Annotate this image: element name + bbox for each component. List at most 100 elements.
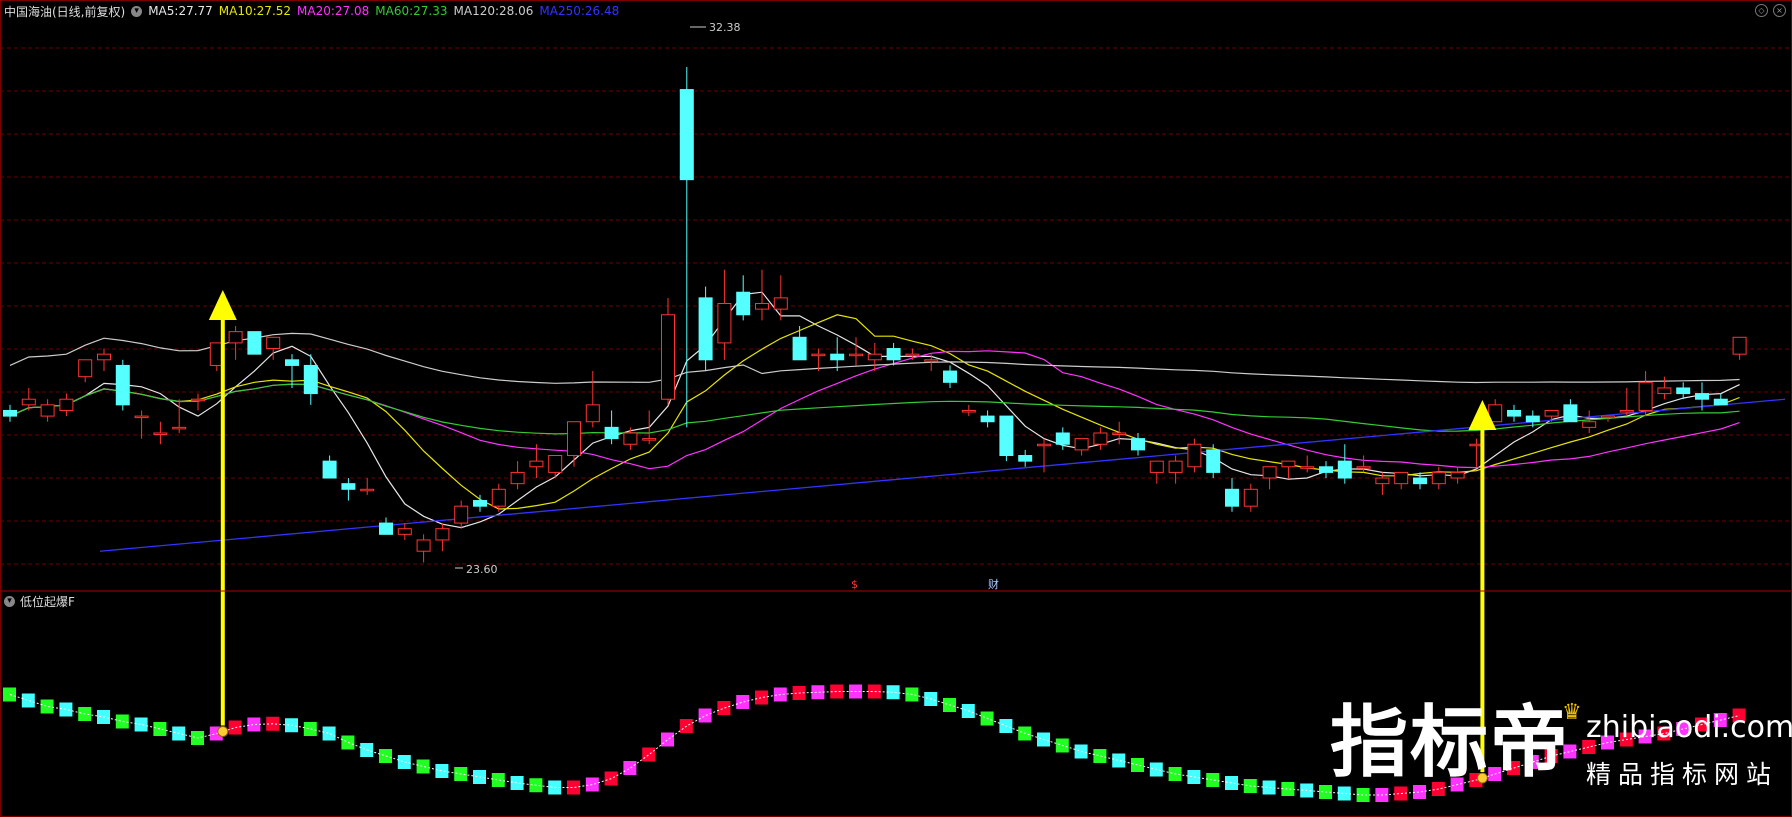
high-price-label: 32.38 <box>709 21 741 34</box>
candle-body <box>1206 449 1221 473</box>
indicator-bar <box>642 747 656 762</box>
candle-body <box>1337 460 1352 479</box>
candle-body <box>247 331 262 355</box>
candle-body <box>454 505 469 524</box>
signal-coin-icon <box>217 726 229 737</box>
candle-body <box>397 528 412 535</box>
candle-body <box>1431 471 1446 485</box>
low-price-label: 23.60 <box>466 563 498 576</box>
candle-body <box>40 404 55 417</box>
candle-body <box>266 336 281 350</box>
candle-body <box>1601 415 1615 419</box>
indicator-bar <box>153 722 167 736</box>
candle-body <box>980 415 995 423</box>
candle-body <box>1657 387 1672 395</box>
indicator-bar <box>3 687 16 702</box>
candle-body <box>1168 460 1183 473</box>
candle-body <box>491 488 506 507</box>
watermark-slogan: 精品指标网站 <box>1586 760 1779 789</box>
finance-mark[interactable]: 财 <box>988 577 999 591</box>
indicator-bar <box>1093 749 1107 763</box>
candle-body <box>1676 387 1691 395</box>
candle-body <box>1413 477 1427 485</box>
indicator-bar <box>115 714 129 729</box>
indicator-bar <box>623 761 637 775</box>
signal-arrow-head <box>208 290 237 320</box>
candle-body <box>1582 421 1597 428</box>
indicator-bar <box>1112 753 1126 768</box>
moving-average-lines <box>9 291 1786 552</box>
candle-body <box>773 297 788 310</box>
ma120-legend: MA120:28.06 <box>453 4 534 18</box>
candle-body <box>943 370 957 383</box>
indicator-bar <box>59 702 73 717</box>
candle-body <box>924 359 939 362</box>
indicator-bar <box>585 777 599 792</box>
candle-body <box>1525 415 1540 423</box>
candle-body <box>717 303 732 344</box>
candle-body <box>379 522 393 535</box>
candle-body <box>360 488 375 492</box>
candle-body <box>1112 432 1127 435</box>
candle-body <box>867 353 882 361</box>
chart-canvas: 32.38 23.60 $ 财 <box>0 0 1792 817</box>
candle-body <box>1243 488 1258 507</box>
candle-body <box>435 528 450 541</box>
indicator-bar <box>247 717 261 732</box>
candle-body <box>1394 471 1409 485</box>
candle-body <box>830 353 845 361</box>
indicator-settings-icon[interactable]: ▾ <box>4 595 15 607</box>
indicator-bar <box>1187 770 1201 784</box>
candle-body <box>172 426 187 430</box>
candle-body <box>1732 336 1747 355</box>
restore-icon[interactable]: ◇ <box>1755 4 1768 17</box>
candle-body <box>1074 438 1089 451</box>
candle-body <box>1563 404 1578 423</box>
candle-body <box>1187 443 1202 468</box>
candle-body <box>792 336 807 361</box>
candle-body <box>78 359 93 378</box>
candle-body <box>1507 409 1521 417</box>
candle-body <box>886 348 901 361</box>
close-panel-icon[interactable]: × <box>1773 4 1786 17</box>
ma60-legend: MA60:27.33 <box>375 4 448 18</box>
candle-body <box>1281 460 1296 468</box>
indicator-bar <box>811 685 825 700</box>
candle-body <box>999 415 1014 457</box>
indicator-bar <box>1281 782 1295 796</box>
ma5-legend: MA5:27.77 <box>148 4 213 18</box>
dividend-mark[interactable]: $ <box>851 578 858 591</box>
watermark-crown-icon: ♛ <box>1562 700 1582 725</box>
stock-title: 中国海油(日线,前复权) <box>4 4 126 19</box>
indicator-bar <box>134 717 148 732</box>
candle-body <box>661 314 675 400</box>
candle-body <box>1018 455 1033 462</box>
indicator-bar <box>397 755 411 769</box>
candle-body <box>473 500 487 507</box>
candle-body <box>1356 466 1371 469</box>
indicator-bar <box>661 732 674 747</box>
candle-body <box>849 353 863 357</box>
candle-body <box>416 539 431 552</box>
candlestick-series <box>3 67 1747 563</box>
indicator-header: ▾ 低位起爆F <box>4 593 75 609</box>
candle-body <box>698 297 713 361</box>
indicator-bar <box>510 776 524 790</box>
indicator-bar <box>755 690 768 705</box>
indicator-bar <box>567 780 580 795</box>
candle-body <box>1695 393 1709 400</box>
candle-body <box>1093 432 1108 445</box>
indicator-bar <box>717 701 731 715</box>
indicator-bar <box>698 708 712 723</box>
candle-body <box>1450 471 1465 479</box>
indicator-bar <box>736 695 750 709</box>
indicator-bar <box>228 720 242 735</box>
candle-body <box>1131 438 1145 451</box>
candle-body <box>1262 466 1277 479</box>
candle-body <box>961 409 976 413</box>
candle-body <box>642 438 657 441</box>
candle-body <box>1544 409 1559 417</box>
ma-settings-icon[interactable]: ▾ <box>131 5 143 17</box>
indicator-bar <box>491 773 505 787</box>
candle-body <box>510 471 525 485</box>
